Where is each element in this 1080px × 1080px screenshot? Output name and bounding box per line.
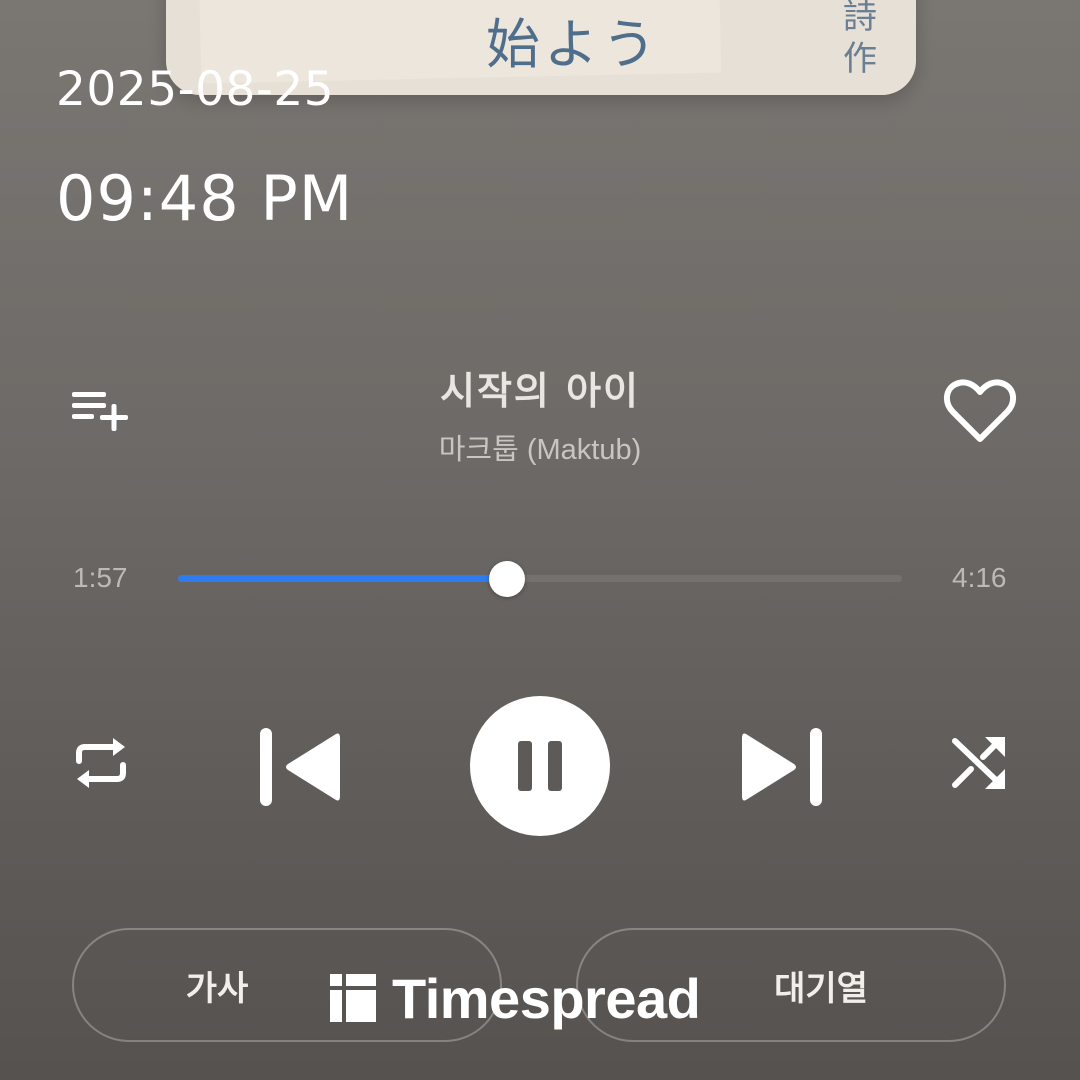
- next-button[interactable]: [736, 722, 830, 812]
- skip-next-icon: [742, 728, 822, 806]
- repeat-icon: [76, 738, 126, 788]
- repeat-button[interactable]: [68, 730, 134, 796]
- watermark-text: Timespread: [392, 966, 701, 1030]
- seek-bar-fill: [178, 575, 508, 582]
- watermark: Timespread: [328, 966, 701, 1030]
- seek-bar[interactable]: [178, 575, 902, 582]
- add-to-playlist-button[interactable]: [66, 382, 136, 438]
- lyrics-label: 가사: [185, 968, 249, 1009]
- song-artist: 마크툽 (Maktub): [438, 434, 642, 466]
- time-label: 09:48 PM: [56, 162, 354, 235]
- date-label: 2025-08-25: [56, 62, 335, 117]
- total-time: 4:16: [952, 562, 1007, 593]
- album-art-side-text: 詩 作: [840, 0, 880, 80]
- pause-button[interactable]: [470, 696, 610, 836]
- like-button[interactable]: [940, 374, 1020, 448]
- skip-previous-icon: [260, 728, 340, 806]
- elapsed-time: 1:57: [73, 562, 128, 593]
- playlist-add-icon: [72, 392, 128, 431]
- heart-outline-icon: [944, 379, 1016, 442]
- album-art-side-glyph: 作: [843, 39, 877, 79]
- pause-icon: [518, 741, 562, 791]
- album-art-title: 始よう: [486, 13, 660, 76]
- previous-button[interactable]: [252, 722, 346, 812]
- shuffle-icon: [952, 737, 1005, 789]
- song-title: 시작의 아이: [439, 369, 641, 413]
- queue-label: 대기열: [774, 968, 868, 1009]
- seek-bar-thumb[interactable]: [489, 561, 526, 597]
- shuffle-button[interactable]: [946, 730, 1012, 796]
- watermark-logo-icon: [330, 974, 376, 1022]
- album-art-side-glyph: 詩: [843, 0, 877, 37]
